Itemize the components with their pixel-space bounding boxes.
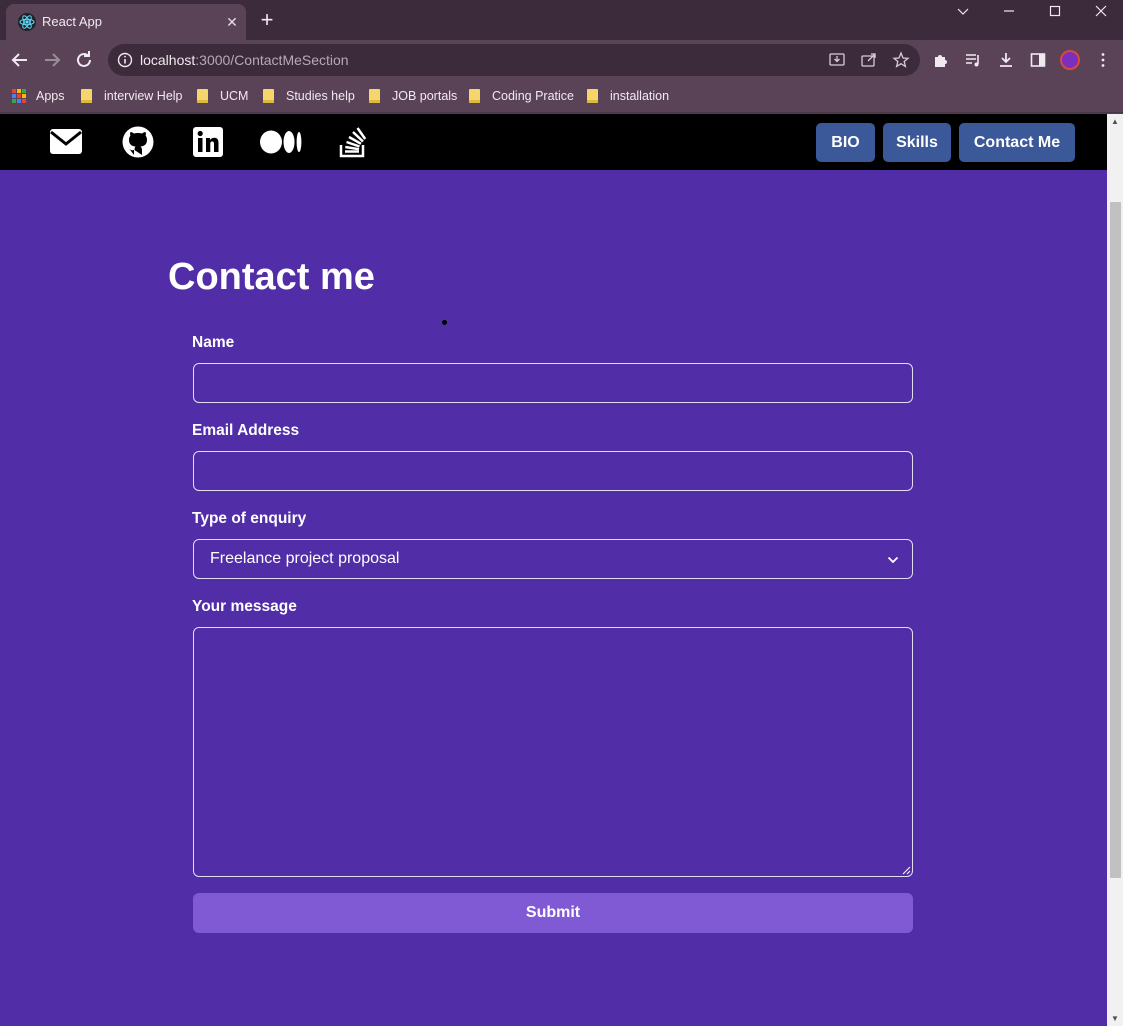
- tab-title: React App: [42, 14, 102, 29]
- chevron-down-icon: [887, 556, 899, 564]
- download-icon[interactable]: [997, 51, 1015, 69]
- url-text: localhost:3000/ContactMeSection: [140, 52, 349, 68]
- bookmark-label: Apps: [36, 89, 65, 103]
- enquiry-type-label: Type of enquiry: [192, 510, 307, 527]
- nav-contact-me-button[interactable]: Contact Me: [959, 123, 1075, 162]
- submit-button[interactable]: Submit: [193, 893, 913, 933]
- profile-avatar[interactable]: [1060, 50, 1080, 70]
- bookmark-studies-help[interactable]: Studies help: [263, 87, 355, 105]
- folder-icon: [469, 89, 480, 103]
- nav-bio-button[interactable]: BIO: [816, 123, 875, 162]
- side-panel-icon[interactable]: [1029, 51, 1047, 69]
- minimize-icon[interactable]: [986, 0, 1032, 24]
- browser-toolbar: localhost:3000/ContactMeSection: [0, 40, 1123, 80]
- folder-icon: [197, 89, 208, 103]
- chevron-down-icon[interactable]: [940, 0, 986, 24]
- browser-titlebar: React App ✕ +: [0, 0, 1123, 40]
- folder-icon: [81, 89, 92, 103]
- bookmark-label: installation: [610, 89, 670, 103]
- bookmark-label: UCM: [220, 89, 249, 103]
- scroll-up-arrow-icon[interactable]: ▲: [1110, 117, 1120, 127]
- extensions-puzzle-icon[interactable]: [932, 51, 950, 69]
- name-input[interactable]: [193, 363, 913, 403]
- bookmark-label: JOB portals: [392, 89, 458, 103]
- bookmark-coding-pratice[interactable]: Coding Pratice: [469, 87, 574, 105]
- bookmark-installation[interactable]: installation: [587, 87, 669, 105]
- folder-icon: [587, 89, 598, 103]
- message-textarea[interactable]: [193, 627, 913, 877]
- resize-grip-icon[interactable]: [902, 866, 911, 875]
- message-label: Your message: [192, 598, 297, 615]
- enquiry-type-selected: Freelance project proposal: [210, 550, 400, 567]
- bookmark-job-portals[interactable]: JOB portals: [369, 87, 457, 105]
- back-arrow-icon[interactable]: [8, 48, 32, 72]
- more-vertical-icon[interactable]: [1094, 51, 1112, 69]
- bookmark-apps[interactable]: Apps: [12, 87, 65, 105]
- cursor-dot: [442, 320, 447, 325]
- github-icon[interactable]: [121, 126, 155, 158]
- maximize-icon[interactable]: [1032, 0, 1078, 24]
- reload-icon[interactable]: [72, 48, 96, 72]
- bookmarks-bar: Apps interview Help UCM Studies help JOB…: [0, 80, 1123, 113]
- close-icon[interactable]: ✕: [222, 12, 242, 32]
- bookmark-interview-help[interactable]: interview Help: [81, 87, 183, 105]
- linkedin-icon[interactable]: [191, 126, 225, 158]
- medium-icon[interactable]: [259, 126, 303, 158]
- browser-tab-react-app[interactable]: React App ✕: [6, 4, 246, 40]
- email-input[interactable]: [193, 451, 913, 491]
- info-icon[interactable]: [116, 51, 134, 69]
- close-icon[interactable]: [1078, 0, 1123, 24]
- name-label: Name: [192, 334, 235, 351]
- bookmark-label: Studies help: [286, 89, 355, 103]
- email-label: Email Address: [192, 422, 300, 439]
- folder-icon: [369, 89, 380, 103]
- share-icon[interactable]: [860, 51, 878, 69]
- media-queue-icon[interactable]: [964, 51, 982, 69]
- plus-icon[interactable]: +: [256, 9, 278, 32]
- bookmark-label: Coding Pratice: [492, 89, 574, 103]
- nav-skills-button[interactable]: Skills: [883, 123, 951, 162]
- page-title: Contact me: [168, 256, 375, 298]
- bookmark-star-icon[interactable]: [892, 51, 910, 69]
- site-header: BIO Skills Contact Me: [0, 114, 1107, 170]
- enquiry-type-select[interactable]: Freelance project proposal: [193, 539, 913, 579]
- install-app-icon[interactable]: [828, 51, 846, 69]
- stack-overflow-icon[interactable]: [338, 126, 372, 158]
- forward-arrow-icon[interactable]: [40, 48, 64, 72]
- scrollbar-thumb[interactable]: [1110, 202, 1121, 878]
- scroll-down-arrow-icon[interactable]: ▼: [1110, 1014, 1120, 1024]
- react-logo-icon: [18, 13, 36, 31]
- apps-grid-icon: [12, 89, 26, 103]
- bookmark-ucm[interactable]: UCM: [197, 87, 248, 105]
- address-bar[interactable]: localhost:3000/ContactMeSection: [108, 44, 920, 76]
- bookmark-label: interview Help: [104, 89, 183, 103]
- envelope-icon[interactable]: [49, 126, 83, 158]
- folder-icon: [263, 89, 274, 103]
